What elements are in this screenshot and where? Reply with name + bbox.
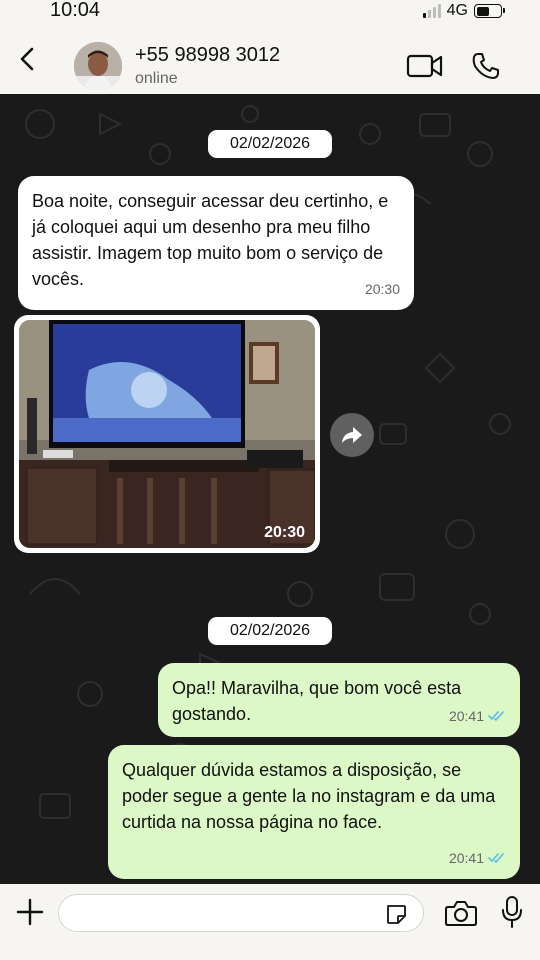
forward-button[interactable]: [330, 413, 374, 457]
sticker-button[interactable]: [384, 902, 408, 926]
contact-status: online: [135, 70, 178, 87]
attach-button[interactable]: [14, 896, 46, 928]
status-time: 10:04: [50, 0, 101, 21]
chevron-left-icon: [20, 47, 34, 71]
double-check-icon: [488, 711, 504, 722]
network-type: 4G: [446, 2, 468, 19]
camera-icon: [445, 901, 477, 926]
signal-icon: [422, 4, 441, 18]
video-call-button[interactable]: [406, 52, 444, 80]
forward-icon: [342, 427, 362, 443]
date-chip: 02/02/2026: [208, 130, 332, 158]
message-time: 20:41: [449, 703, 506, 729]
back-button[interactable]: [14, 44, 42, 74]
message-text: Boa noite, conseguir acessar deu certinh…: [32, 191, 389, 289]
status-indicators: 4G: [422, 2, 505, 20]
image-message[interactable]: 20:30: [14, 315, 320, 553]
message-input[interactable]: [58, 894, 424, 932]
contact-name[interactable]: +55 98998 3012: [135, 44, 280, 67]
plus-icon: [16, 898, 44, 926]
microphone-icon: [502, 896, 522, 928]
image-time: 20:30: [264, 524, 305, 541]
message-time: 20:41: [449, 845, 506, 871]
double-check-icon: [488, 853, 504, 864]
chat-header: +55 98998 3012 online: [0, 24, 540, 94]
date-chip: 02/02/2026: [208, 617, 332, 645]
battery-icon: [474, 4, 505, 18]
tv-photo: [19, 320, 315, 548]
message-text: Qualquer dúvida estamos a disposição, se…: [122, 760, 496, 832]
phone-icon: [472, 53, 499, 79]
camera-button[interactable]: [444, 898, 478, 928]
image-thumbnail[interactable]: 20:30: [19, 320, 315, 548]
message-time: 20:30: [364, 281, 400, 297]
message-bubble-outgoing[interactable]: Opa!! Maravilha, que bom você esta gosta…: [158, 663, 520, 737]
chat-area[interactable]: 02/02/2026 Boa noite, conseguir acessar …: [0, 94, 540, 884]
message-composer: [0, 884, 540, 960]
voice-call-button[interactable]: [470, 50, 502, 82]
sticker-icon: [387, 905, 406, 924]
video-camera-icon: [406, 54, 443, 78]
message-bubble-outgoing[interactable]: Qualquer dúvida estamos a disposição, se…: [108, 745, 520, 879]
status-bar: 10:04 4G: [0, 0, 540, 24]
avatar[interactable]: [74, 42, 122, 90]
message-bubble-incoming[interactable]: Boa noite, conseguir acessar deu certinh…: [18, 176, 414, 310]
microphone-button[interactable]: [498, 894, 526, 930]
